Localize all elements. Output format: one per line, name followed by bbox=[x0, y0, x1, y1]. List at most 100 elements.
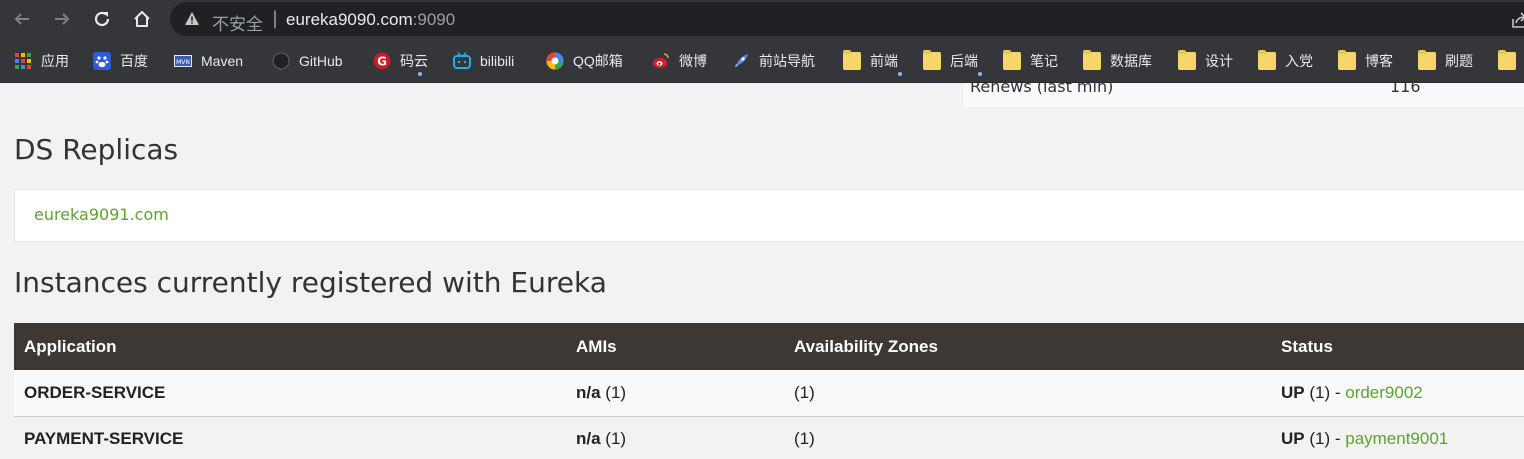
back-button[interactable] bbox=[10, 7, 34, 31]
replicas-heading: DS Replicas bbox=[14, 133, 179, 166]
instance-link[interactable]: order9002 bbox=[1345, 383, 1423, 402]
reload-icon bbox=[94, 11, 110, 27]
bookmark-qqmail[interactable]: QQ邮箱 bbox=[546, 50, 623, 72]
bookmark-bilibili[interactable]: bilibili bbox=[453, 50, 514, 72]
github-icon bbox=[272, 52, 290, 70]
arrow-right-icon bbox=[55, 13, 70, 25]
table-header-row: Application AMIs Availability Zones Stat… bbox=[14, 323, 1524, 370]
bookmark-weibo[interactable]: 微博 bbox=[652, 50, 707, 72]
rocket-icon bbox=[735, 54, 748, 67]
folder-icon bbox=[1418, 50, 1436, 70]
bookmark-label: QQ邮箱 bbox=[573, 53, 623, 69]
home-button[interactable] bbox=[130, 7, 154, 31]
col-header-amis: AMIs bbox=[576, 336, 617, 356]
folder-icon bbox=[1498, 50, 1516, 70]
bookmark-folder-leetcode[interactable]: 刷题 bbox=[1418, 50, 1473, 72]
bookmark-label: 应用 bbox=[41, 53, 69, 69]
folder-icon bbox=[1178, 50, 1196, 70]
gitee-icon: G bbox=[373, 52, 391, 70]
browser-toolbar: 不安全 | eureka9090.com:9090 bbox=[0, 0, 1524, 38]
cell-zones: (1) bbox=[794, 429, 815, 449]
bookmark-folder-notes[interactable]: 笔记 bbox=[1003, 50, 1058, 72]
status-count: (1) - bbox=[1304, 429, 1346, 449]
application-name: ORDER-SERVICE bbox=[24, 382, 166, 402]
bookmark-label: bilibili bbox=[480, 53, 515, 69]
status-value: UP bbox=[1281, 382, 1305, 402]
arrow-left-icon bbox=[14, 13, 29, 25]
bookmark-label: 码云 bbox=[400, 53, 428, 69]
share-icon[interactable] bbox=[1510, 11, 1524, 29]
url-text[interactable]: eureka9090.com:9090 bbox=[286, 10, 455, 30]
qq-mail-icon bbox=[546, 52, 564, 70]
bookmark-label: GitHub bbox=[299, 53, 343, 69]
bookmark-label: 后端 bbox=[950, 53, 978, 69]
bookmark-frontend-nav[interactable]: 前站导航 bbox=[732, 50, 815, 72]
cell-status: UP (1) - order9002 bbox=[1271, 370, 1524, 416]
home-icon bbox=[134, 11, 150, 27]
sync-dot bbox=[418, 72, 422, 76]
cell-amis: n/a (1) bbox=[566, 416, 784, 459]
amis-value: n/a bbox=[576, 382, 601, 402]
bookmark-folder-backend[interactable]: 后端 bbox=[923, 50, 978, 72]
folder-icon bbox=[1083, 50, 1101, 70]
bookmark-baidu[interactable]: 百度 bbox=[93, 50, 148, 72]
instance-link[interactable]: payment9001 bbox=[1345, 429, 1448, 448]
col-header-status: Status bbox=[1281, 336, 1333, 356]
bookmark-label: 微博 bbox=[679, 53, 707, 69]
folder-icon bbox=[1003, 50, 1021, 70]
bookmark-label: 数据库 bbox=[1110, 53, 1152, 69]
bookmarks-bar: 应用 百度 MVN Maven GitHub G 码云 bilibili QQ邮… bbox=[0, 38, 1524, 83]
application-name: PAYMENT-SERVICE bbox=[24, 429, 184, 449]
warning-icon bbox=[185, 12, 199, 25]
folder-icon bbox=[1258, 50, 1276, 70]
bookmark-folder-party[interactable]: 入党 bbox=[1258, 50, 1313, 72]
url-port: :9090 bbox=[412, 10, 456, 29]
bookmark-label: 百度 bbox=[120, 53, 148, 69]
status-value: UP bbox=[1281, 429, 1305, 449]
bilibili-tv-icon bbox=[453, 52, 471, 69]
folder-icon bbox=[1338, 50, 1356, 70]
cell-zones: (1) bbox=[794, 382, 815, 402]
amis-value: n/a bbox=[576, 429, 601, 449]
insecure-separator: | bbox=[272, 8, 279, 29]
sync-dot bbox=[978, 72, 982, 76]
sync-dot bbox=[898, 72, 902, 76]
replica-link[interactable]: eureka9091.com bbox=[34, 205, 169, 224]
bookmark-maven[interactable]: MVN Maven bbox=[174, 50, 243, 72]
bookmark-label: 设计 bbox=[1205, 53, 1233, 69]
stats-label: Renews (last min) bbox=[970, 83, 1114, 96]
instances-heading: Instances currently registered with Eure… bbox=[14, 266, 607, 299]
url-host: eureka9090.com bbox=[286, 10, 413, 29]
bookmark-folder-design[interactable]: 设计 bbox=[1178, 50, 1233, 72]
bookmark-label: 刷题 bbox=[1445, 53, 1473, 69]
cell-status: UP (1) - payment9001 bbox=[1271, 416, 1524, 459]
folder-icon bbox=[923, 50, 941, 70]
apps-grid-icon bbox=[15, 53, 31, 69]
address-bar[interactable]: 不安全 | eureka9090.com:9090 bbox=[170, 2, 1524, 36]
insecure-label[interactable]: 不安全 bbox=[212, 10, 263, 35]
bookmark-label: 笔记 bbox=[1030, 53, 1058, 69]
table-row: ORDER-SERVICE n/a (1) (1) UP (1) - order… bbox=[14, 370, 1524, 416]
stats-value: 116 bbox=[1390, 83, 1421, 96]
cell-amis: n/a (1) bbox=[566, 370, 784, 416]
amis-count: (1) bbox=[600, 382, 627, 402]
instances-table: Application AMIs Availability Zones Stat… bbox=[14, 323, 1524, 459]
bookmark-folder-blog[interactable]: 博客 bbox=[1338, 50, 1393, 72]
bookmark-github[interactable]: GitHub bbox=[272, 50, 343, 72]
bookmark-folder-overflow[interactable] bbox=[1498, 50, 1524, 72]
forward-button[interactable] bbox=[50, 7, 74, 31]
bookmark-folder-frontend[interactable]: 前端 bbox=[843, 50, 898, 72]
bookmark-label: Maven bbox=[201, 53, 244, 69]
bookmark-gitee[interactable]: G 码云 bbox=[373, 50, 428, 72]
svg-text:G: G bbox=[377, 55, 387, 69]
weibo-icon bbox=[653, 53, 669, 68]
bookmark-apps[interactable]: 应用 bbox=[14, 50, 69, 72]
maven-icon: MVN bbox=[174, 55, 192, 67]
general-stats-row: Renews (last min) 116 bbox=[963, 83, 1524, 107]
bookmark-label: 前站导航 bbox=[759, 53, 815, 69]
folder-icon bbox=[843, 50, 861, 70]
bookmark-folder-database[interactable]: 数据库 bbox=[1083, 50, 1152, 72]
reload-button[interactable] bbox=[90, 7, 114, 31]
bookmark-label: 博客 bbox=[1365, 53, 1393, 69]
cell-application: ORDER-SERVICE bbox=[14, 370, 566, 416]
